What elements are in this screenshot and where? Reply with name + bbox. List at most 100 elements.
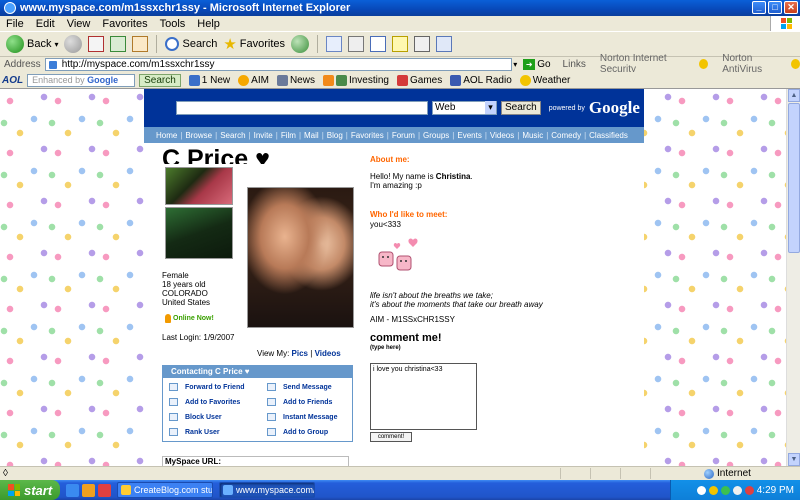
home-icon[interactable] xyxy=(132,36,149,52)
firefox-quicklaunch-icon[interactable] xyxy=(82,483,95,497)
aol-radio[interactable]: AOL Radio xyxy=(450,74,512,86)
aol-search-button[interactable]: Search xyxy=(139,73,181,87)
nav-music[interactable]: Music xyxy=(522,131,543,140)
minimize-button[interactable]: _ xyxy=(752,1,766,14)
print-icon[interactable] xyxy=(348,36,365,52)
nav-videos[interactable]: Videos xyxy=(490,131,514,140)
forward-button[interactable] xyxy=(64,35,83,53)
nav-comedy[interactable]: Comedy xyxy=(551,131,581,140)
add-to-favorites-link[interactable]: Add to Favorites xyxy=(169,396,267,408)
address-dropdown-icon[interactable]: ▾ xyxy=(513,60,517,69)
nav-events[interactable]: Events xyxy=(457,131,481,140)
mail-icon[interactable] xyxy=(326,36,343,52)
menu-tools[interactable]: Tools xyxy=(160,18,186,30)
task-label: www.myspace.com/... xyxy=(236,485,315,495)
back-button[interactable]: Back ▾ xyxy=(6,35,58,53)
forward-to-friend-link[interactable]: Forward to Friend xyxy=(169,381,267,393)
instant-message-label: Instant Message xyxy=(283,413,338,421)
add-to-group-link[interactable]: Add to Group xyxy=(267,426,357,438)
profile-state: COLORADO xyxy=(162,289,208,298)
ie-quicklaunch-icon[interactable] xyxy=(66,483,79,497)
profile-thumbnail-2[interactable] xyxy=(165,207,233,259)
chevron-down-icon: ▾ xyxy=(54,39,59,49)
nav-forum[interactable]: Forum xyxy=(392,131,415,140)
add-to-friends-link[interactable]: Add to Friends xyxy=(267,396,357,408)
forward-icon xyxy=(169,383,178,391)
stop-icon[interactable] xyxy=(88,36,105,52)
rank-user-link[interactable]: Rank User xyxy=(169,426,267,438)
google-scope-select[interactable]: Web xyxy=(432,101,497,115)
nav-home[interactable]: Home xyxy=(156,131,177,140)
links-label[interactable]: Links xyxy=(563,59,586,70)
profile-thumbnail-1[interactable] xyxy=(165,167,233,205)
nav-classifieds[interactable]: Classifieds xyxy=(589,131,628,140)
volume-tray-icon[interactable] xyxy=(732,485,742,495)
menu-favorites[interactable]: Favorites xyxy=(102,18,147,30)
messenger-icon[interactable] xyxy=(436,36,453,52)
videos-link[interactable]: Videos xyxy=(315,349,341,358)
nav-mail[interactable]: Mail xyxy=(304,131,319,140)
scroll-up-arrow-icon[interactable]: ▲ xyxy=(788,89,800,102)
group-icon xyxy=(267,428,276,436)
quote: life isn't about the breaths we take; it… xyxy=(370,291,543,309)
edit-icon[interactable] xyxy=(370,36,387,52)
clock[interactable]: 4:29 PM xyxy=(757,485,794,496)
nav-favorites[interactable]: Favorites xyxy=(351,131,384,140)
aol-aim-label: AIM xyxy=(251,74,269,86)
menu-help[interactable]: Help xyxy=(197,18,220,30)
pics-link[interactable]: Pics xyxy=(292,349,308,358)
aol-aim[interactable]: AIM xyxy=(238,74,269,86)
nav-browse[interactable]: Browse xyxy=(185,131,212,140)
send-message-link[interactable]: Send Message xyxy=(267,381,357,393)
aol-games[interactable]: Games xyxy=(396,74,442,86)
maximize-button[interactable]: □ xyxy=(768,1,782,14)
menu-file[interactable]: File xyxy=(6,18,24,30)
tray-icon[interactable] xyxy=(696,485,706,495)
vertical-scrollbar[interactable]: ▲ ▼ xyxy=(786,89,800,466)
start-button[interactable]: start xyxy=(0,480,60,500)
network-tray-icon[interactable] xyxy=(720,485,730,495)
go-button[interactable]: ➜ Go xyxy=(523,58,551,70)
nav-search[interactable]: Search xyxy=(220,131,245,140)
scroll-down-arrow-icon[interactable]: ▼ xyxy=(788,453,800,466)
norton-tray-icon[interactable] xyxy=(708,485,718,495)
instant-message-link[interactable]: Instant Message xyxy=(267,411,357,423)
toolbar-separator xyxy=(156,35,158,53)
taskbar-item-createblog[interactable]: CreateBlog.com stupi... xyxy=(117,482,213,498)
aol-weather[interactable]: Weather xyxy=(519,74,571,86)
aol-search-input[interactable]: Enhanced by Google xyxy=(27,73,136,87)
address-input[interactable]: http://myspace.com/m1ssxchr1ssy xyxy=(44,57,513,71)
aol-weather-label: Weather xyxy=(532,74,571,86)
media-quicklaunch-icon[interactable] xyxy=(98,483,111,497)
scrollbar-thumb[interactable] xyxy=(788,103,800,253)
zone-label: Internet xyxy=(717,468,751,479)
favorites-label: Favorites xyxy=(239,38,286,50)
aol-logo[interactable]: AOL xyxy=(2,75,23,86)
menu-view[interactable]: View xyxy=(67,18,91,30)
research-icon[interactable] xyxy=(414,36,431,52)
taskbar: start CreateBlog.com stupi... www.myspac… xyxy=(0,480,800,500)
comment-textarea[interactable]: i love you christina<33 xyxy=(370,363,477,430)
search-button[interactable]: Search xyxy=(165,37,217,51)
taskbar-item-myspace[interactable]: www.myspace.com/... xyxy=(219,482,315,498)
block-user-label: Block User xyxy=(185,413,222,421)
block-user-link[interactable]: Block User xyxy=(169,411,267,423)
refresh-icon[interactable] xyxy=(110,36,127,52)
menu-edit[interactable]: Edit xyxy=(36,18,55,30)
comment-submit-button[interactable]: comment! xyxy=(370,432,412,442)
nav-film[interactable]: Film xyxy=(281,131,296,140)
google-search-button[interactable]: Search xyxy=(501,101,541,115)
profile-photo[interactable] xyxy=(247,187,354,328)
google-search-input[interactable] xyxy=(176,101,428,115)
aol-investing[interactable]: Investing xyxy=(322,74,389,86)
history-icon[interactable] xyxy=(291,35,310,53)
favorites-button[interactable]: ★ Favorites xyxy=(223,35,285,53)
aol-mail[interactable]: 1 New xyxy=(188,74,230,86)
nav-groups[interactable]: Groups xyxy=(423,131,449,140)
security-tray-icon[interactable] xyxy=(744,485,754,495)
nav-blog[interactable]: Blog xyxy=(327,131,343,140)
nav-invite[interactable]: Invite xyxy=(254,131,273,140)
close-button[interactable]: ✕ xyxy=(784,1,798,14)
discuss-icon[interactable] xyxy=(392,36,409,52)
aol-news[interactable]: News xyxy=(276,74,315,86)
